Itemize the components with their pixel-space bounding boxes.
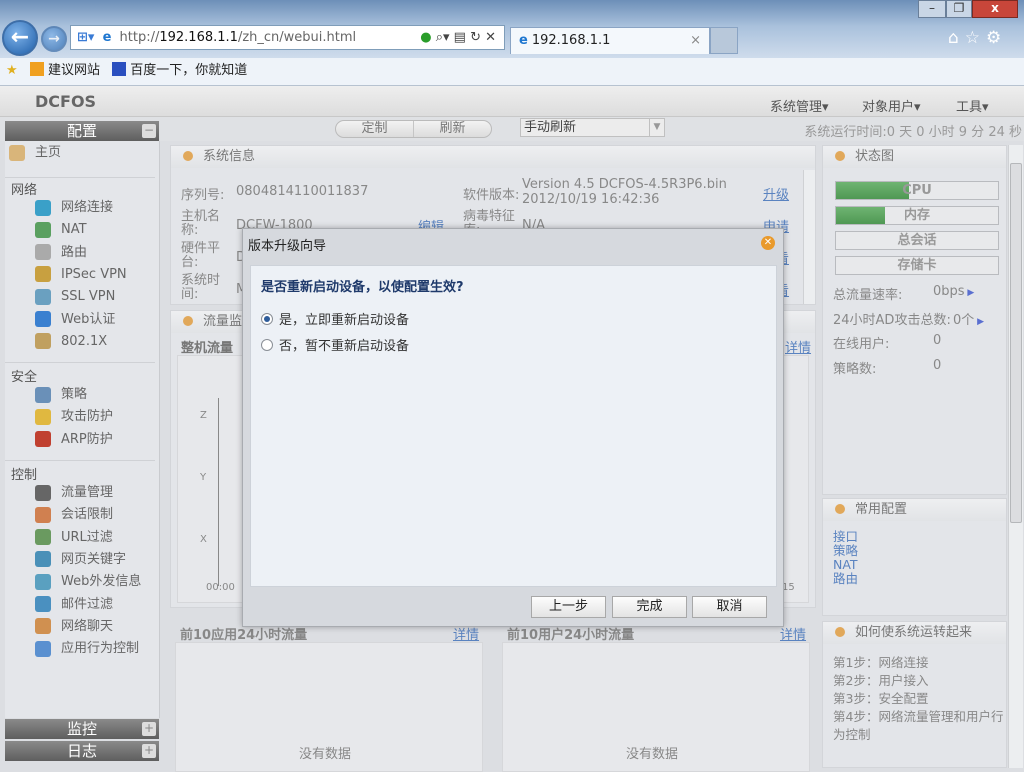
dialog-close-button[interactable]: ✕ bbox=[761, 236, 775, 250]
dialog-title: 版本升级向导 bbox=[248, 239, 327, 254]
finish-button[interactable]: 完成 bbox=[612, 596, 687, 618]
dialog-question: 是否重新启动设备，以使配置生效? bbox=[261, 280, 464, 295]
radio-button bbox=[261, 339, 273, 351]
previous-button[interactable]: 上一步 bbox=[531, 596, 606, 618]
dialog-body: 是否重新启动设备，以使配置生效? 是，立即重新启动设备 否，暂不重新启动设备 bbox=[250, 265, 777, 587]
radio-restart-later[interactable]: 否，暂不重新启动设备 bbox=[261, 335, 409, 354]
radio-button bbox=[261, 313, 273, 325]
cancel-button[interactable]: 取消 bbox=[692, 596, 767, 618]
radio-restart-now[interactable]: 是，立即重新启动设备 bbox=[261, 309, 409, 328]
upgrade-wizard-dialog: 版本升级向导 ✕ 是否重新启动设备，以使配置生效? 是，立即重新启动设备 否，暂… bbox=[242, 228, 784, 627]
